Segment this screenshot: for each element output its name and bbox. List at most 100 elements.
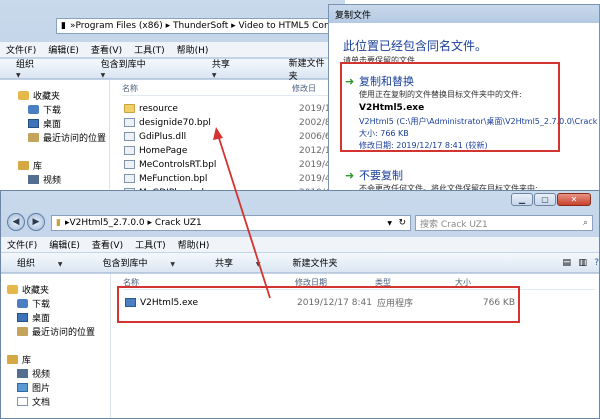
minimize-button[interactable]: ▁ (511, 193, 533, 206)
column-header-row: 名称 修改日 (122, 82, 342, 96)
breadcrumb-sep: ▸ (228, 21, 239, 31)
include-library-button[interactable]: 包含到库中 ▼ (87, 256, 200, 269)
back-address-bar[interactable]: ▮ » Program Files (x86) ▸ ThunderSoft ▸ … (56, 18, 341, 34)
nav-recent[interactable]: 最近访问的位置 (18, 130, 109, 144)
breadcrumb-item[interactable]: Crack UZ1 (155, 218, 202, 228)
recent-places-icon (17, 326, 28, 336)
menu-file[interactable]: 文件(F) (1, 238, 43, 251)
nav-desktop[interactable]: 桌面 (18, 116, 109, 130)
file-row[interactable]: MeFunction.bpl 2019/4 (124, 171, 331, 186)
refresh-icon[interactable]: ↻ (398, 218, 406, 228)
nav-videos[interactable]: 视频 (7, 366, 110, 380)
back-explorer-window: ▮ » Program Files (x86) ▸ ThunderSoft ▸ … (0, 0, 345, 200)
view-options-icon[interactable]: ▤ (562, 258, 571, 268)
breadcrumb-item[interactable]: Video to HTML5 Conve (239, 21, 340, 31)
document-icon (17, 396, 28, 406)
nav-downloads[interactable]: 下载 (7, 296, 110, 310)
close-button[interactable]: ✕ (557, 193, 591, 206)
menu-tools[interactable]: 工具(T) (128, 43, 171, 56)
help-icon[interactable]: ? (594, 258, 599, 268)
column-date[interactable]: 修改日 (292, 83, 316, 94)
back-nav-pane: 收藏夹 下载 桌面 最近访问的位置 库 视频 (0, 80, 110, 200)
menu-tools[interactable]: 工具(T) (129, 238, 172, 251)
front-address-bar[interactable]: ▮ ▸ V2Html5_2.7.0.0 ▸ Crack UZ1 ▼ ↻ (51, 215, 411, 231)
menu-view[interactable]: 查看(V) (85, 43, 128, 56)
nav-libraries[interactable]: 库 (18, 158, 109, 172)
arrow-left-icon: ◀ (12, 217, 20, 227)
preview-pane-icon[interactable]: ▥ (578, 258, 587, 268)
star-icon (18, 90, 29, 100)
organize-button[interactable]: 组织 ▼ (0, 57, 85, 80)
menu-help[interactable]: 帮助(H) (172, 238, 216, 251)
front-menu-bar: 文件(F) 编辑(E) 查看(V) 工具(T) 帮助(H) (1, 237, 599, 252)
nav-recent[interactable]: 最近访问的位置 (7, 324, 110, 338)
chevron-down-icon[interactable]: ▼ (387, 220, 392, 227)
breadcrumb-item[interactable]: Program Files (x86) (75, 21, 162, 31)
file-icon (124, 146, 135, 155)
nav-pictures[interactable]: 图片 (7, 380, 110, 394)
menu-file[interactable]: 文件(F) (0, 43, 42, 56)
file-icon (124, 160, 135, 169)
nav-documents[interactable]: 文档 (7, 394, 110, 408)
chevron-down-icon: ▼ (57, 261, 63, 268)
picture-icon (17, 382, 28, 392)
maximize-button[interactable]: ▢ (534, 193, 556, 206)
organize-button[interactable]: 组织 ▼ (1, 256, 87, 269)
video-icon (17, 368, 28, 378)
library-icon (18, 160, 29, 170)
video-icon (28, 174, 39, 184)
download-icon (17, 298, 28, 308)
chevron-down-icon: ▼ (100, 72, 106, 79)
file-row[interactable]: resource 2019/12 (124, 101, 336, 116)
file-row[interactable]: MeControlsRT.bpl 2019/4 (124, 157, 331, 172)
file-highlight-box (117, 286, 520, 323)
nav-favorites[interactable]: 收藏夹 (18, 88, 109, 102)
back-nav-button[interactable]: ◀ (7, 213, 25, 231)
include-library-button[interactable]: 包含到库中 ▼ (85, 57, 196, 80)
dialog-title: 复制文件 (335, 10, 372, 21)
menu-edit[interactable]: 编辑(E) (42, 43, 85, 56)
file-row[interactable]: HomePage 2012/10 (124, 143, 336, 158)
file-icon (124, 118, 135, 127)
file-icon (124, 174, 135, 183)
breadcrumb-sep: ▸ (162, 21, 173, 31)
front-nav-pane: 收藏夹 下载 桌面 最近访问的位置 库 视频 图片 文档 (1, 274, 111, 418)
breadcrumb-item[interactable]: ThunderSoft (173, 21, 228, 31)
menu-edit[interactable]: 编辑(E) (43, 238, 86, 251)
new-folder-button[interactable]: 新建文件夹 (285, 256, 350, 269)
recent-places-icon (28, 132, 39, 142)
forward-nav-button[interactable]: ▶ (27, 213, 45, 231)
share-button[interactable]: 共享 ▼ (199, 256, 285, 269)
arrow-right-icon: ▶ (32, 217, 40, 227)
search-input[interactable]: 搜索 Crack UZ1 ⌕ (415, 215, 593, 231)
replace-highlight-box (340, 62, 560, 152)
dialog-heading: 此位置已经包含同名文件。 (343, 39, 488, 53)
arrow-right-icon: ➜ (345, 169, 355, 182)
file-icon (124, 132, 135, 141)
desktop-icon (28, 118, 39, 128)
nav-downloads[interactable]: 下载 (18, 102, 109, 116)
chevron-down-icon: ▼ (16, 72, 21, 79)
menu-view[interactable]: 查看(V) (86, 238, 129, 251)
chevron-down-icon: ▼ (255, 261, 261, 268)
back-file-list: 名称 修改日 resource 2019/12 designide70.bpl 20… (110, 80, 345, 200)
dialog-title-bar: 复制文件 (329, 5, 599, 23)
desktop-icon (17, 312, 28, 322)
column-name[interactable]: 名称 (122, 83, 292, 94)
folder-icon: ▮ (56, 218, 61, 228)
search-icon: ⌕ (582, 218, 588, 228)
file-row[interactable]: GdiPlus.dll 2006/6 (124, 129, 331, 144)
breadcrumb-item[interactable]: V2Html5_2.7.0.0 (69, 218, 144, 228)
window-controls: ▁ ▢ ✕ (511, 193, 591, 206)
nav-favorites[interactable]: 收藏夹 (7, 282, 110, 296)
breadcrumb-sep: ▸ (144, 218, 155, 228)
share-button[interactable]: 共享 ▼ (196, 57, 281, 80)
menu-help[interactable]: 帮助(H) (171, 43, 215, 56)
star-icon (7, 284, 18, 294)
nav-desktop[interactable]: 桌面 (7, 310, 110, 324)
nav-videos[interactable]: 视频 (18, 172, 109, 186)
library-icon (7, 354, 18, 364)
file-row[interactable]: designide70.bpl 2002/8 (124, 115, 331, 130)
download-icon (28, 104, 39, 114)
nav-libraries[interactable]: 库 (7, 352, 110, 366)
